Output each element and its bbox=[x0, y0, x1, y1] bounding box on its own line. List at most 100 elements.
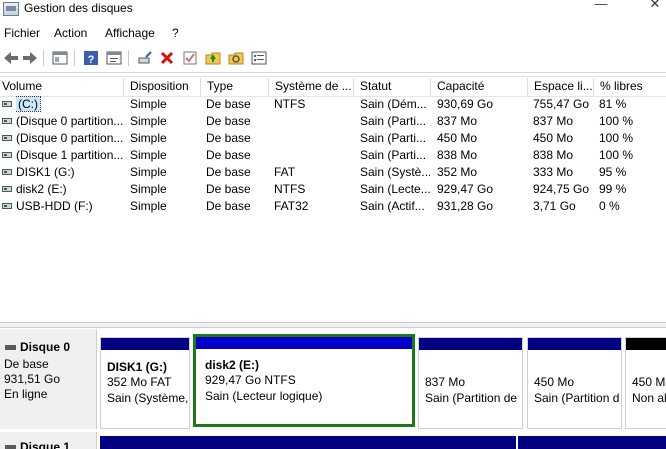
partition-disk0-part-837[interactable]: 837 Mo Sain (Partition de bbox=[418, 337, 523, 429]
filesystem-cell bbox=[274, 130, 353, 147]
layout-cell: Simple bbox=[130, 165, 167, 179]
volume-list: Volume Disposition Type Système de ... S… bbox=[0, 76, 666, 322]
volume-icon bbox=[2, 101, 12, 107]
type-cell: De base bbox=[206, 97, 251, 111]
back-arrow-icon[interactable] bbox=[2, 49, 20, 67]
menu-fichier[interactable]: Fichier bbox=[4, 26, 40, 40]
table-row[interactable]: (Disque 1 partition... Simple De base Sa… bbox=[0, 147, 666, 164]
partition-bar bbox=[196, 337, 412, 349]
partition-status: Sain (Lecteur logique) bbox=[205, 389, 323, 403]
free-space-cell: 3,71 Go bbox=[533, 199, 576, 213]
column-header-volume[interactable]: Volume bbox=[0, 78, 124, 96]
column-header-capacity[interactable]: Capacité bbox=[431, 78, 528, 96]
volume-name: (Disque 0 partition... bbox=[16, 131, 124, 145]
partition-status: Sain (Système, bbox=[107, 391, 189, 405]
volume-name: disk2 (E:) bbox=[16, 182, 67, 196]
help-icon[interactable]: ? bbox=[82, 49, 100, 67]
free-space-cell: 837 Mo bbox=[533, 114, 574, 128]
percent-free-cell: 99 % bbox=[599, 182, 627, 196]
volume-icon bbox=[2, 169, 12, 175]
type-cell: De base bbox=[206, 165, 251, 179]
filesystem-cell: FAT32 bbox=[274, 199, 309, 213]
capacity-cell: 931,28 Go bbox=[437, 199, 494, 213]
table-row[interactable]: (Disque 0 partition... Simple De base Sa… bbox=[0, 130, 666, 147]
column-header-percent-free[interactable]: % libres bbox=[594, 78, 666, 96]
disk-0-label[interactable]: Disque 0 De base 931,51 Go En ligne bbox=[0, 329, 97, 429]
layout-cell: Simple bbox=[130, 148, 167, 162]
disk-1-partition-bar[interactable] bbox=[518, 436, 666, 449]
filesystem-cell bbox=[274, 147, 353, 164]
window-title: Gestion des disques bbox=[24, 1, 133, 15]
disk-0-name: Disque 0 bbox=[5, 340, 70, 354]
partition-disk0-part-450[interactable]: 450 Mo Sain (Partition d bbox=[527, 337, 622, 429]
partition-status: Sain (Partition de bbox=[425, 391, 518, 405]
capacity-cell: 838 Mo bbox=[437, 148, 478, 162]
partition-size: 352 Mo FAT bbox=[107, 375, 172, 389]
title-bar: Gestion des disques — ✕ bbox=[0, 0, 666, 22]
partition-unallocated[interactable]: 450 Mo Non al bbox=[625, 337, 666, 429]
type-cell: De base bbox=[206, 148, 251, 162]
table-row[interactable]: disk2 (E:) Simple De base NTFS Sain (Lec… bbox=[0, 181, 666, 198]
partition-label: disk2 (E:) bbox=[205, 358, 260, 372]
percent-free-cell: 100 % bbox=[599, 131, 634, 145]
type-cell: De base bbox=[206, 199, 251, 213]
partition-size: 450 Mo bbox=[534, 375, 575, 389]
table-row[interactable]: DISK1 (G:) Simple De base FAT Sain (Syst… bbox=[0, 164, 666, 181]
check-icon[interactable] bbox=[181, 49, 199, 67]
close-button[interactable]: ✕ bbox=[648, 0, 662, 12]
layout-cell: Simple bbox=[130, 131, 167, 145]
folder-search-icon[interactable] bbox=[227, 49, 245, 67]
percent-free-cell: 100 % bbox=[599, 114, 634, 128]
column-header-status[interactable]: Statut bbox=[354, 78, 431, 96]
capacity-cell: 929,47 Go bbox=[437, 182, 494, 196]
column-header-type[interactable]: Type bbox=[201, 78, 269, 96]
free-space-cell: 333 Mo bbox=[533, 165, 574, 179]
partition-bar bbox=[419, 338, 522, 350]
toolbar: ? bbox=[0, 45, 666, 73]
partition-size: 837 Mo bbox=[425, 375, 466, 389]
menu-action[interactable]: Action bbox=[54, 26, 87, 40]
delete-icon[interactable] bbox=[158, 49, 176, 67]
menu-affichage[interactable]: Affichage bbox=[105, 26, 155, 40]
capacity-cell: 837 Mo bbox=[437, 114, 478, 128]
filesystem-cell: NTFS bbox=[274, 182, 306, 196]
minimize-button[interactable]: — bbox=[594, 0, 608, 12]
forward-arrow-icon[interactable] bbox=[21, 49, 39, 67]
partition-bar bbox=[626, 338, 666, 350]
status-cell: Sain (Lecte... bbox=[360, 182, 430, 196]
partition-disk1-g[interactable]: DISK1 (G:) 352 Mo FAT Sain (Système, bbox=[100, 337, 190, 429]
partition-disk2-e[interactable]: disk2 (E:) 929,47 Go NTFS Sain (Lecteur … bbox=[193, 334, 415, 427]
column-header-filesystem[interactable]: Système de ... bbox=[269, 78, 354, 96]
volume-icon bbox=[2, 203, 12, 209]
capacity-cell: 930,69 Go bbox=[437, 97, 494, 111]
table-row[interactable]: (Disque 0 partition... Simple De base Sa… bbox=[0, 113, 666, 130]
type-cell: De base bbox=[206, 114, 251, 128]
free-space-cell: 450 Mo bbox=[533, 131, 574, 145]
table-row[interactable]: (C:) Simple De base NTFS Sain (Dém... 93… bbox=[0, 96, 666, 113]
disk-graphical-view: Disque 0 De base 931,51 Go En ligne DISK… bbox=[0, 329, 666, 449]
pane-splitter[interactable] bbox=[0, 322, 666, 328]
filesystem-cell: FAT bbox=[274, 165, 296, 179]
column-header-disposition[interactable]: Disposition bbox=[124, 78, 201, 96]
type-cell: De base bbox=[206, 182, 251, 196]
console-tree-icon[interactable] bbox=[51, 49, 69, 67]
connect-icon[interactable] bbox=[136, 49, 154, 67]
volume-icon bbox=[2, 152, 12, 158]
disk-0-size: 931,51 Go bbox=[4, 372, 61, 386]
volume-name: DISK1 (G:) bbox=[16, 165, 75, 179]
up-folder-icon[interactable] bbox=[204, 49, 222, 67]
partition-status: Non al bbox=[632, 391, 666, 405]
status-cell: Sain (Systè... bbox=[360, 165, 430, 179]
menu-help[interactable]: ? bbox=[172, 26, 179, 40]
layout-cell: Simple bbox=[130, 114, 167, 128]
disk-0-type: De base bbox=[4, 357, 49, 371]
disk-1-label[interactable]: Disque 1 bbox=[0, 432, 97, 449]
table-row[interactable]: USB-HDD (F:) Simple De base FAT32 Sain (… bbox=[0, 198, 666, 215]
properties-icon[interactable] bbox=[105, 49, 123, 67]
column-header-free-space[interactable]: Espace li... bbox=[528, 78, 594, 96]
layout-cell: Simple bbox=[130, 182, 167, 196]
disk-1-partition-bar[interactable] bbox=[100, 436, 516, 449]
filesystem-cell: NTFS bbox=[274, 97, 306, 111]
list-view-icon[interactable] bbox=[250, 49, 268, 67]
percent-free-cell: 95 % bbox=[599, 165, 627, 179]
